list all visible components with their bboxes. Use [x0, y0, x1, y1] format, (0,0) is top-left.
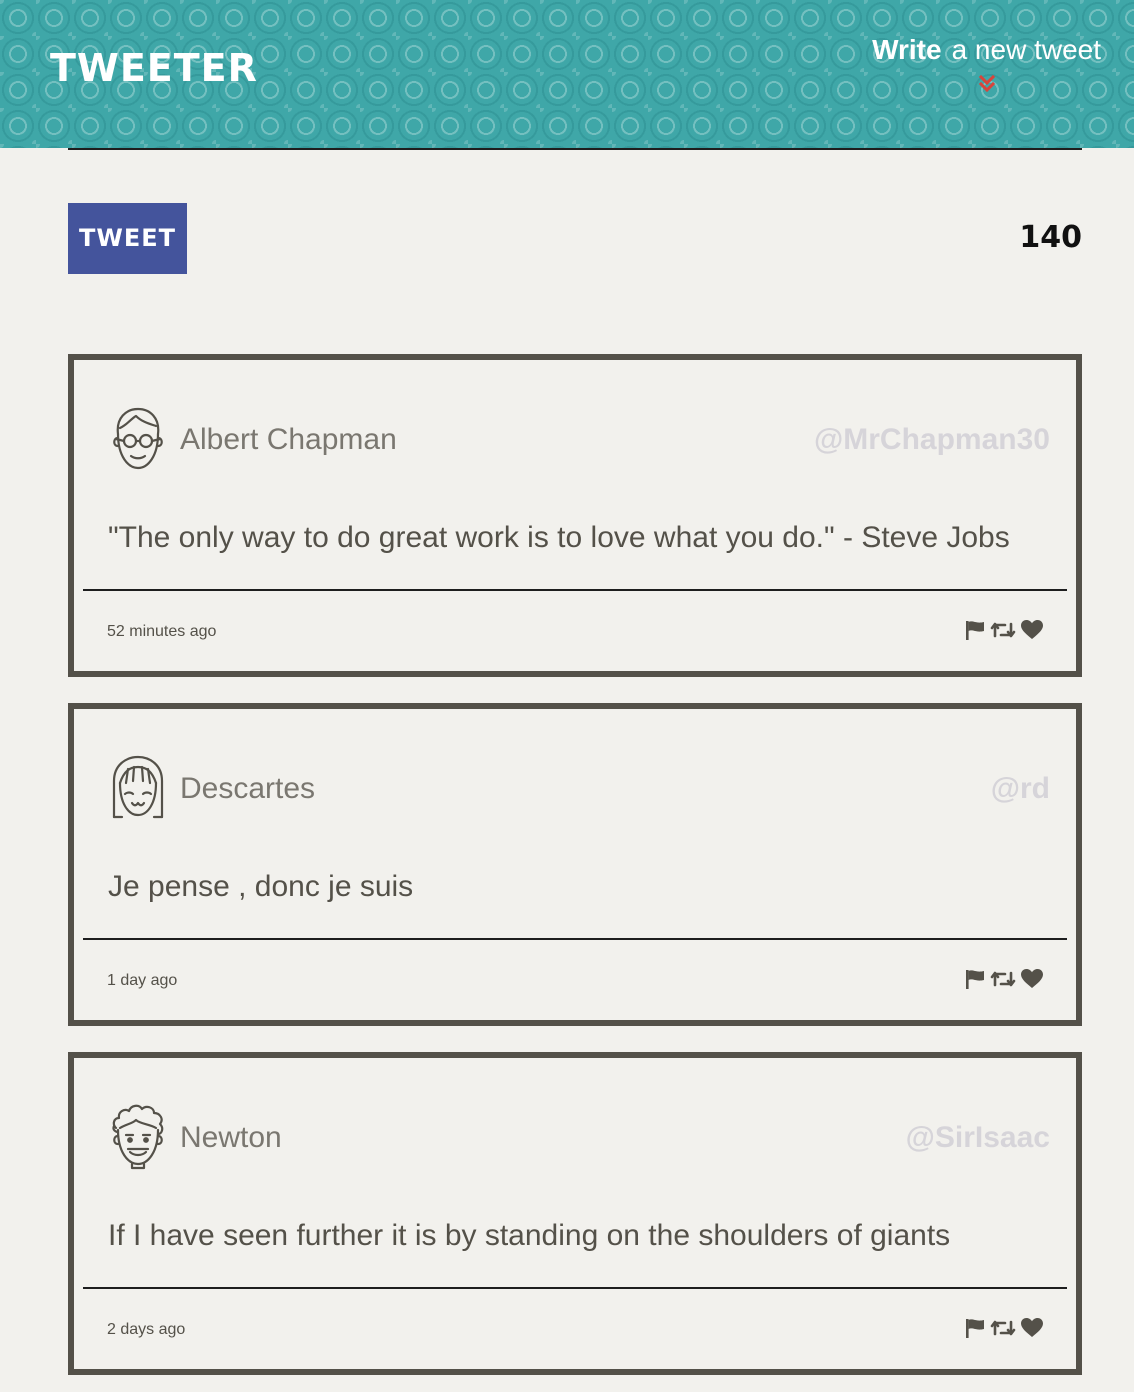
heart-icon[interactable] [1020, 619, 1044, 641]
tweet-text: If I have seen further it is by standing… [108, 1219, 951, 1252]
tweet-author-name: Albert Chapman [180, 423, 397, 456]
tweet-divider [83, 1287, 1067, 1289]
tweet-author-handle: @MrChapman30 [814, 423, 1050, 456]
flag-icon[interactable] [964, 619, 986, 641]
heart-icon[interactable] [1020, 968, 1044, 990]
tweet-text: Je pense , donc je suis [108, 870, 414, 903]
tweet-submit-button[interactable]: TWEET [68, 203, 187, 274]
double-chevron-down-icon[interactable] [977, 74, 997, 94]
tweet-actions [964, 617, 1044, 643]
retweet-icon[interactable] [990, 968, 1016, 990]
tweet-author-name: Newton [180, 1121, 282, 1154]
brand-logo[interactable]: TWEETER [50, 44, 258, 92]
compose-toggle-strong: Write [872, 34, 942, 65]
heart-icon[interactable] [1020, 1317, 1044, 1339]
tweet-divider [83, 589, 1067, 591]
tweet-timestamp: 52 minutes ago [107, 623, 217, 640]
tweet-card: Descartes @rd Je pense , donc je suis 1 … [68, 703, 1082, 1026]
tweet-author-handle: @rd [990, 772, 1050, 805]
glasses-man-avatar-icon [113, 407, 163, 470]
retweet-icon[interactable] [990, 1317, 1016, 1339]
char-counter: 140 [1019, 220, 1082, 255]
site-header: TWEETER Write a new tweet [0, 0, 1134, 148]
flag-icon[interactable] [964, 968, 986, 990]
header-divider [68, 148, 1082, 150]
tweet-actions [964, 1315, 1044, 1341]
bangs-girl-avatar-icon [112, 755, 164, 819]
tweet-actions [964, 966, 1044, 992]
tweet-author-name: Descartes [180, 772, 316, 805]
compose-toggle[interactable]: Write a new tweet [872, 30, 1101, 94]
tweet-timestamp: 1 day ago [107, 972, 178, 989]
tweet-card: Newton @SirIsaac If I have seen further … [68, 1052, 1082, 1375]
compose-toggle-label[interactable]: Write a new tweet [872, 30, 1101, 70]
retweet-icon[interactable] [990, 619, 1016, 641]
tweet-card: Albert Chapman @MrChapman30 "The only wa… [68, 354, 1082, 677]
tweet-author-handle: @SirIsaac [905, 1121, 1050, 1154]
flag-icon[interactable] [964, 1317, 986, 1339]
tweet-timestamp: 2 days ago [107, 1321, 186, 1338]
curly-hair-man-avatar-icon [112, 1104, 164, 1170]
tweet-divider [83, 938, 1067, 940]
tweet-text: "The only way to do great work is to lov… [108, 521, 1010, 554]
compose-toggle-rest: a new tweet [951, 34, 1101, 65]
